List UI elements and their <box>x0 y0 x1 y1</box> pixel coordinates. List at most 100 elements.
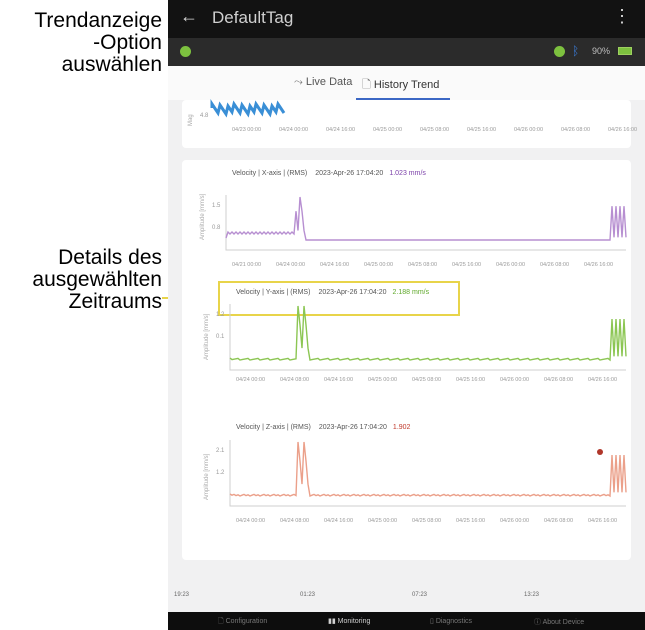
x-tick: 04/25 00:00 <box>364 262 394 268</box>
timeline-tick: 13:23 <box>524 592 540 598</box>
device-screen: ← DefaultTag ⋮ ᛒ 90% ⤳ Live Data 🗋 Histo… <box>168 0 645 630</box>
x-tick: 04/24 16:00 <box>324 377 354 383</box>
x-tick: 04/26 16:00 <box>584 262 614 268</box>
timeline-tick: 19:23 <box>174 592 190 598</box>
x-tick: 04/25 16:00 <box>456 377 486 383</box>
x-tick: 04/26 00:00 <box>500 377 530 383</box>
annotation-text: -Option <box>93 31 162 54</box>
chart-title: Velocity | Y-axis | (RMS) 2023-Apr-26 17:… <box>236 289 429 296</box>
x-tick: 04/25 00:00 <box>368 518 398 524</box>
nav-monitoring[interactable]: ▮▮ Monitoring <box>328 617 370 625</box>
timeline-tick: 01:23 <box>300 592 316 598</box>
bar-chart-icon: ▮▮ <box>328 618 336 625</box>
x-tick: 04/26 16:00 <box>588 518 618 524</box>
chart-title: Velocity | Z-axis | (RMS) 2023-Apr-26 17:… <box>236 424 410 431</box>
series-line <box>210 99 286 118</box>
bottom-navigation: 🗋 Configuration ▮▮ Monitoring ▯ Diagnost… <box>168 612 645 630</box>
x-tick: 04/25 08:00 <box>408 262 438 268</box>
x-tick: 04/25 16:00 <box>467 127 497 133</box>
document-icon: 🗋 <box>362 79 371 91</box>
x-tick: 04/24 08:00 <box>280 377 310 383</box>
annotation-period-details: Details des ausgewählten Zeitraums <box>0 247 162 313</box>
clipboard-icon: ▯ <box>430 618 434 625</box>
y-tick: 1.2 <box>216 312 225 318</box>
bluetooth-icon: ᛒ <box>572 44 580 58</box>
document-icon: 🗋 <box>218 618 224 625</box>
series-line <box>229 441 627 498</box>
y-axis-label: Amplitude [mm/s] <box>200 193 206 240</box>
nav-label: Monitoring <box>337 618 371 625</box>
series-line <box>229 305 627 362</box>
annotation-text: ausgewählten <box>32 268 162 291</box>
x-tick: 04/26 16:00 <box>608 127 638 133</box>
x-tick: 04/26 08:00 <box>561 127 591 133</box>
x-tick: 04/24 16:00 <box>326 127 356 133</box>
selection-marker[interactable] <box>597 449 603 455</box>
info-icon: ⓘ <box>534 619 541 626</box>
nav-diagnostics[interactable]: ▯ Diagnostics <box>430 617 472 625</box>
x-tick: 04/24 16:00 <box>324 518 354 524</box>
annotation-text: auswählen <box>61 53 162 76</box>
x-tick: 04/25 00:00 <box>368 377 398 383</box>
sync-status-icon <box>554 46 565 57</box>
app-bar: ← DefaultTag ⋮ <box>168 0 645 38</box>
y-tick: 0.8 <box>212 225 221 231</box>
annotation-trend-option: Trendanzeige -Option auswählen <box>0 10 162 76</box>
chart-timestamp: 2023-Apr-26 17:04:20 <box>318 289 387 296</box>
nav-label: Diagnostics <box>435 618 472 625</box>
y-tick: 4.8 <box>200 113 209 119</box>
tab-history-trend[interactable]: 🗋 History Trend <box>362 76 439 95</box>
nav-label: About Device <box>542 619 585 626</box>
timeline-tick: 07:23 <box>412 592 428 598</box>
x-tick: 04/26 08:00 <box>540 262 570 268</box>
tab-live-data[interactable]: ⤳ Live Data <box>294 76 352 89</box>
page-title: DefaultTag <box>212 8 294 27</box>
back-arrow-icon[interactable]: ← <box>180 6 198 27</box>
axis-line <box>225 195 626 251</box>
series-line <box>225 196 627 241</box>
y-axis-label: Mag <box>188 114 194 126</box>
x-tick: 04/26 16:00 <box>588 377 618 383</box>
x-tick: 04/21 00:00 <box>232 262 262 268</box>
chart-name: Velocity | Z-axis | (RMS) <box>236 424 311 431</box>
y-tick: 1.2 <box>216 470 225 476</box>
battery-label: 90% <box>592 46 611 56</box>
nav-configuration[interactable]: 🗋 Configuration <box>218 617 267 628</box>
trend-arrow-icon: ⤳ <box>294 76 303 88</box>
x-tick: 04/25 08:00 <box>420 127 450 133</box>
x-tick: 04/24 16:00 <box>320 262 350 268</box>
overflow-menu-icon[interactable]: ⋮ <box>613 6 631 27</box>
annotation-text: Zeitraums <box>68 290 162 313</box>
y-axis-label: Amplitude [mm/s] <box>204 313 210 360</box>
timeline-scrubber[interactable]: 19:23 01:23 07:23 13:23 <box>168 582 645 612</box>
chart-plot-top <box>210 99 286 118</box>
x-tick: 04/24 00:00 <box>276 262 306 268</box>
chart-name: Velocity | Y-axis | (RMS) <box>236 289 311 296</box>
chart-plot <box>229 440 627 507</box>
x-tick: 04/23 00:00 <box>232 127 262 133</box>
x-tick: 04/26 00:00 <box>514 127 544 133</box>
chart-name: Velocity | X-axis | (RMS) <box>232 170 308 177</box>
x-tick: 04/25 16:00 <box>456 518 486 524</box>
x-tick: 04/26 00:00 <box>496 262 526 268</box>
y-axis-label: Amplitude [mm/s] <box>204 453 210 500</box>
chart-plot <box>225 195 627 251</box>
chart-title: Velocity | X-axis | (RMS) 2023-Apr-26 17:… <box>232 170 426 177</box>
chart-value: 2.188 mm/s <box>392 289 430 296</box>
chart-plot <box>229 304 627 371</box>
x-tick: 04/25 00:00 <box>373 127 403 133</box>
nav-about-device[interactable]: ⓘ About Device <box>534 617 584 627</box>
annotation-text: Trendanzeige <box>34 9 162 32</box>
battery-icon <box>618 47 632 55</box>
chart-value: 1.902 <box>392 424 411 431</box>
y-tick: 0.1 <box>216 334 225 340</box>
chart-card-top: Mag 4.8 04/23 00:00 04/24 00:00 04/24 16:0… <box>182 99 637 148</box>
x-tick: 04/24 00:00 <box>236 518 266 524</box>
x-tick: 04/24 00:00 <box>279 127 309 133</box>
tab-label: Live Data <box>305 76 353 88</box>
connection-status-icon <box>180 46 191 57</box>
x-tick: 04/25 16:00 <box>452 262 482 268</box>
chart-timestamp: 2023-Apr-26 17:04:20 <box>315 170 384 177</box>
x-tick: 04/24 08:00 <box>280 518 310 524</box>
y-tick: 2.1 <box>216 448 225 454</box>
